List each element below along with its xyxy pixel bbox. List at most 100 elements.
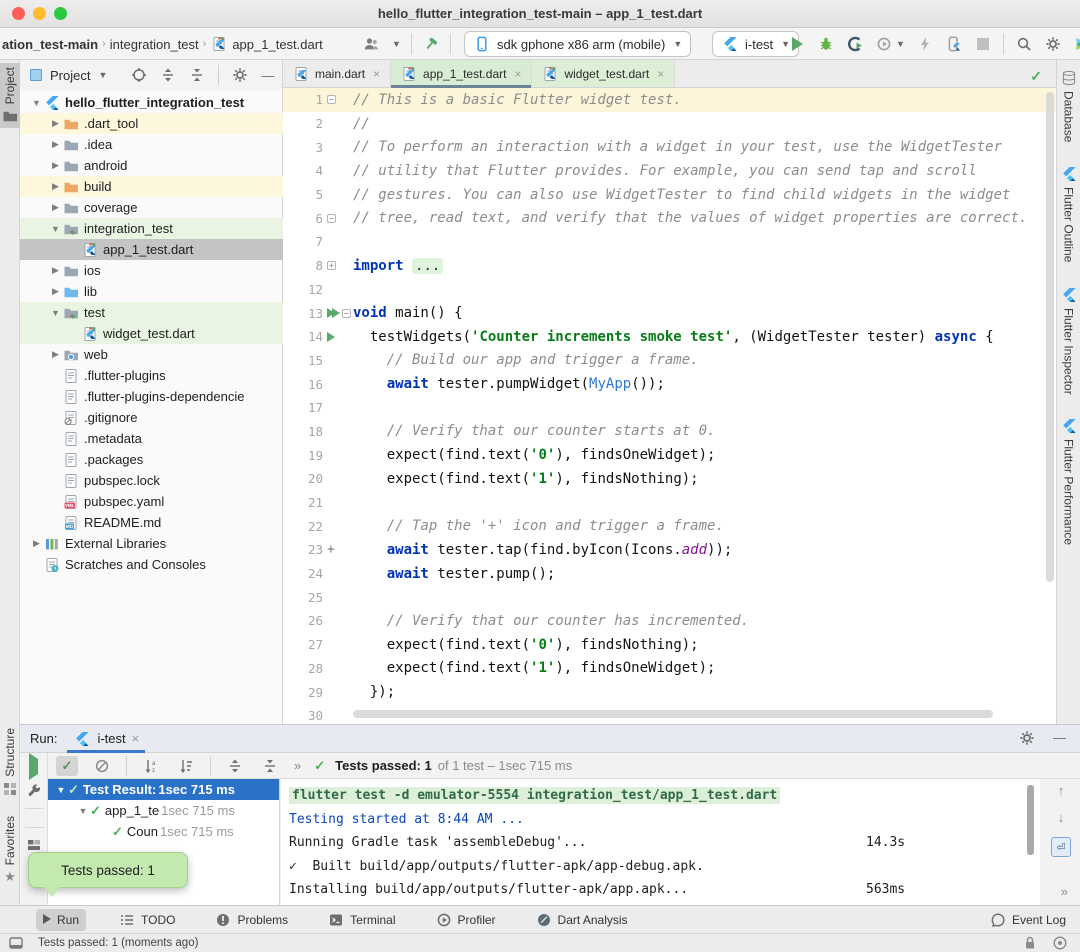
code-line-7[interactable]: 7 bbox=[283, 230, 1056, 254]
test-tree-item[interactable]: ✓Coun1sec 715 ms bbox=[48, 821, 279, 842]
tree-expand-arrow[interactable]: ▶ bbox=[49, 265, 62, 276]
code-line-26[interactable]: 26 // Verify that our counter has increm… bbox=[283, 609, 1056, 633]
project-tree-item[interactable]: MDREADME.md bbox=[20, 512, 283, 533]
tool-window-switcher-icon[interactable] bbox=[8, 935, 24, 951]
breadcrumb-folder[interactable]: integration_test bbox=[110, 37, 199, 52]
test-tree-item[interactable]: ▼✓app_1_te1sec 715 ms bbox=[48, 800, 279, 821]
lock-icon[interactable] bbox=[1022, 935, 1038, 951]
tree-expand-arrow[interactable]: ▶ bbox=[49, 139, 62, 150]
tool-window-button-dart-analysis[interactable]: Dart Analysis bbox=[529, 909, 635, 931]
project-tree-item[interactable]: ▼integration_test bbox=[20, 218, 283, 239]
tree-expand-arrow[interactable]: ▶ bbox=[49, 286, 62, 297]
show-passed-icon[interactable]: ✓ bbox=[56, 756, 78, 776]
tool-window-button-database[interactable]: Database bbox=[1057, 60, 1080, 156]
editor-tab-widget_test-dart[interactable]: widget_test.dart× bbox=[532, 60, 675, 87]
project-tree-item[interactable]: ▶.idea bbox=[20, 134, 283, 155]
breadcrumb-file[interactable]: app_1_test.dart bbox=[232, 37, 322, 52]
code-line-3[interactable]: 3// To perform an interaction with a wid… bbox=[283, 135, 1056, 159]
flutter-attach-icon[interactable] bbox=[945, 35, 963, 53]
code-line-29[interactable]: 29 }); bbox=[283, 680, 1056, 704]
tree-collapse-arrow[interactable]: ▼ bbox=[76, 806, 90, 816]
code-line-19[interactable]: 19 expect(find.text('0'), findsOneWidget… bbox=[283, 443, 1056, 467]
tree-expand-arrow[interactable]: ▶ bbox=[49, 118, 62, 129]
tree-expand-arrow[interactable]: ▶ bbox=[49, 181, 62, 192]
run-config-selector[interactable]: i-test ▼ bbox=[712, 31, 799, 57]
gear-icon[interactable] bbox=[232, 67, 248, 83]
close-icon[interactable]: × bbox=[132, 731, 140, 746]
project-tree-item[interactable]: ▶ios bbox=[20, 260, 283, 281]
code-editor[interactable]: 1−// This is a basic Flutter widget test… bbox=[283, 88, 1056, 724]
run-all-tests-icon[interactable] bbox=[332, 308, 340, 318]
code-line-24[interactable]: 24 await tester.pump(); bbox=[283, 562, 1056, 586]
project-tree-item[interactable]: ▶android bbox=[20, 155, 283, 176]
project-tree-item[interactable]: ▶coverage bbox=[20, 197, 283, 218]
code-line-4[interactable]: 4// utility that Flutter provides. For e… bbox=[283, 159, 1056, 183]
project-tree-item[interactable]: ▼hello_flutter_integration_test bbox=[20, 92, 283, 113]
code-line-21[interactable]: 21 bbox=[283, 491, 1056, 515]
code-line-12[interactable]: 12 bbox=[283, 278, 1056, 302]
editor-vertical-scrollbar[interactable] bbox=[1046, 92, 1054, 582]
rerun-icon[interactable] bbox=[29, 759, 38, 774]
tool-window-button-project[interactable]: Project bbox=[0, 63, 20, 128]
breadcrumb-project[interactable]: ation_test-main bbox=[2, 37, 98, 52]
expand-all-icon[interactable] bbox=[224, 756, 246, 776]
tool-window-button-flutter-inspector[interactable]: Flutter Inspector bbox=[1057, 277, 1080, 409]
tree-expand-arrow[interactable]: ▶ bbox=[49, 160, 62, 171]
attach-debugger-icon[interactable] bbox=[916, 35, 934, 53]
code-line-20[interactable]: 20 expect(find.text('1'), findsNothing); bbox=[283, 467, 1056, 491]
minimize-window-icon[interactable] bbox=[33, 7, 46, 20]
run-console[interactable]: flutter test -d emulator-5554 integratio… bbox=[281, 779, 1040, 905]
expand-all-icon[interactable] bbox=[160, 67, 176, 83]
stop-button[interactable] bbox=[974, 35, 992, 53]
tool-window-button-event-log[interactable]: Event Log bbox=[990, 912, 1066, 928]
tree-collapse-arrow[interactable]: ▼ bbox=[49, 308, 62, 318]
tree-expand-arrow[interactable]: ▶ bbox=[49, 349, 62, 360]
console-scrollbar[interactable] bbox=[1027, 785, 1034, 855]
tree-collapse-arrow[interactable]: ▼ bbox=[49, 224, 62, 234]
code-line-2[interactable]: 2// bbox=[283, 112, 1056, 136]
tree-expand-arrow[interactable]: ▶ bbox=[30, 538, 43, 549]
code-line-27[interactable]: 27 expect(find.text('0'), findsNothing); bbox=[283, 633, 1056, 657]
project-tree-item[interactable]: .metadata bbox=[20, 428, 283, 449]
code-line-8[interactable]: 8+import ... bbox=[283, 254, 1056, 278]
restore-layout-icon[interactable] bbox=[26, 837, 42, 853]
code-line-23[interactable]: 23+ await tester.tap(find.byIcon(Icons.a… bbox=[283, 538, 1056, 562]
debug-button[interactable] bbox=[817, 35, 835, 53]
code-line-5[interactable]: 5// gestures. You can also use WidgetTes… bbox=[283, 183, 1056, 207]
close-window-icon[interactable] bbox=[12, 7, 25, 20]
tool-window-button-todo[interactable]: TODO bbox=[112, 909, 182, 931]
gear-icon[interactable] bbox=[1019, 730, 1035, 746]
more-actions-icon[interactable]: » bbox=[294, 758, 301, 773]
device-selector[interactable]: sdk gphone x86 arm (mobile) ▼ bbox=[464, 31, 691, 57]
profile-button[interactable] bbox=[846, 35, 864, 53]
tool-window-button-flutter-outline[interactable]: Flutter Outline bbox=[1057, 156, 1080, 276]
sort-by-duration-icon[interactable] bbox=[175, 756, 197, 776]
collapse-all-icon[interactable] bbox=[189, 67, 205, 83]
project-tree-item[interactable]: ▶build bbox=[20, 176, 283, 197]
tool-window-button-flutter-performance[interactable]: Flutter Performance bbox=[1057, 408, 1080, 559]
project-tree-item[interactable]: .flutter-plugins bbox=[20, 365, 283, 386]
locate-file-icon[interactable] bbox=[131, 67, 147, 83]
close-tab-icon[interactable]: × bbox=[514, 67, 521, 81]
chevron-down-icon[interactable]: ▼ bbox=[896, 39, 905, 49]
chevron-down-icon[interactable]: ▼ bbox=[392, 39, 401, 49]
vcs-users-icon[interactable] bbox=[362, 35, 380, 53]
fold-marker-icon[interactable]: − bbox=[342, 309, 351, 318]
inspections-ok-icon[interactable]: ✓ bbox=[1030, 68, 1042, 85]
project-tree-item[interactable]: ▶web bbox=[20, 344, 283, 365]
soft-wrap-icon[interactable]: ⏎ bbox=[1051, 837, 1071, 857]
scroll-down-icon[interactable]: ↓ bbox=[1058, 810, 1065, 825]
run-button[interactable] bbox=[788, 35, 806, 53]
console-more-icon[interactable]: » bbox=[1061, 884, 1068, 899]
show-ignored-icon[interactable] bbox=[91, 756, 113, 776]
fold-marker-icon[interactable]: − bbox=[327, 95, 336, 104]
tool-window-button-terminal[interactable]: Terminal bbox=[321, 909, 402, 931]
tool-window-button-profiler[interactable]: Profiler bbox=[429, 909, 503, 931]
build-hammer-icon[interactable] bbox=[422, 35, 440, 53]
project-tree-item[interactable]: YMLpubspec.yaml bbox=[20, 491, 283, 512]
code-line-1[interactable]: 1−// This is a basic Flutter widget test… bbox=[283, 88, 1056, 112]
search-everywhere-icon[interactable] bbox=[1015, 35, 1033, 53]
editor-tab-main-dart[interactable]: main.dart× bbox=[283, 60, 391, 87]
code-line-25[interactable]: 25 bbox=[283, 585, 1056, 609]
tree-expand-arrow[interactable]: ▶ bbox=[49, 202, 62, 213]
